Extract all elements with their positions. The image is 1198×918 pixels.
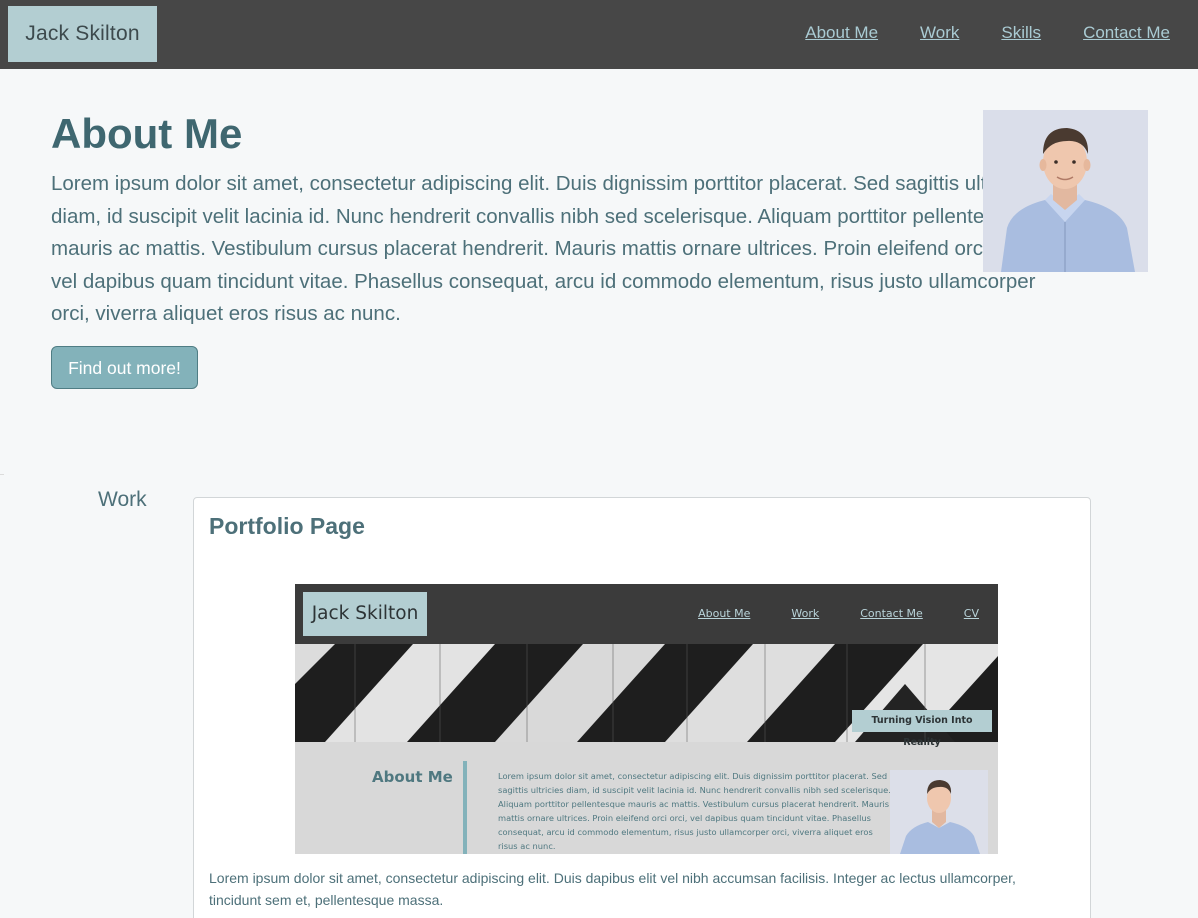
main-nav: About Me Work Skills Contact Me: [763, 23, 1170, 43]
preview-nav-contact-me: Contact Me: [860, 607, 923, 620]
preview-tagline: Turning Vision Into Reality: [852, 710, 992, 748]
profile-photo: [983, 110, 1148, 272]
nav-link-about-me[interactable]: About Me: [805, 23, 878, 43]
top-navbar: Jack Skilton About Me Work Skills Contac…: [0, 0, 1198, 69]
preview-profile-illustration: [890, 770, 988, 854]
portfolio-card-title: Portfolio Page: [209, 513, 365, 539]
preview-about-heading: About Me: [372, 768, 453, 786]
nav-link-contact-me[interactable]: Contact Me: [1083, 23, 1170, 43]
preview-accent-rule: [463, 761, 467, 854]
about-paragraph: Lorem ipsum dolor sit amet, consectetur …: [51, 172, 1036, 326]
profile-photo-illustration: [983, 110, 1148, 272]
section-divider: [0, 474, 4, 475]
preview-brand: Jack Skilton: [303, 592, 427, 636]
preview-nav-about-me: About Me: [698, 607, 751, 620]
preview-nav: About Me Work Contact Me CV: [657, 607, 979, 620]
nav-link-skills[interactable]: Skills: [1001, 23, 1041, 43]
nav-link-work[interactable]: Work: [920, 23, 959, 43]
portfolio-card-description: Lorem ipsum dolor sit amet, consectetur …: [209, 870, 1016, 908]
preview-about-text: Lorem ipsum dolor sit amet, consectetur …: [498, 771, 891, 851]
portfolio-card: Portfolio Page Jack Skilton About Me Wor…: [193, 497, 1091, 918]
preview-navbar: Jack Skilton About Me Work Contact Me CV: [295, 584, 998, 644]
about-heading: About Me: [51, 110, 243, 157]
preview-nav-work: Work: [791, 607, 820, 620]
site-brand[interactable]: Jack Skilton: [8, 6, 157, 62]
portfolio-preview-image[interactable]: Jack Skilton About Me Work Contact Me CV: [295, 584, 998, 854]
preview-nav-cv: CV: [963, 607, 979, 620]
preview-profile-photo: [890, 770, 988, 854]
work-section-label: Work: [98, 488, 147, 511]
find-out-more-button[interactable]: Find out more!: [51, 346, 198, 389]
